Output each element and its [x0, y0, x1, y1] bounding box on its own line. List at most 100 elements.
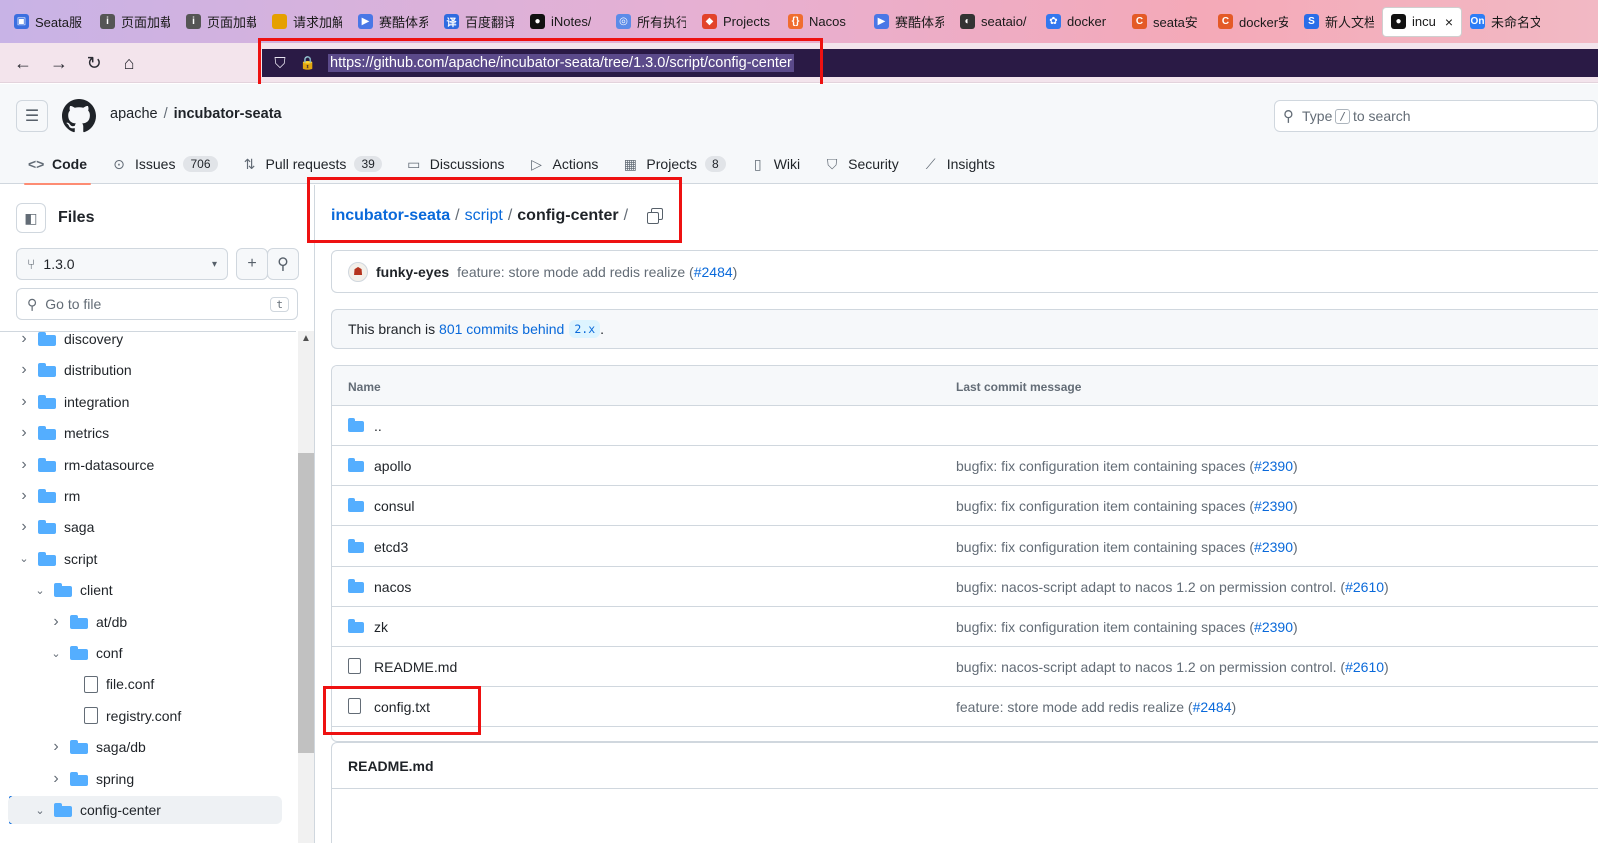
github-logo-icon[interactable]: [62, 99, 96, 133]
commit-pr-link[interactable]: #2390: [1254, 539, 1293, 555]
chevron-down-icon[interactable]: ⌄: [32, 584, 48, 597]
branch-selector[interactable]: ⑂ 1.3.0 ▾: [16, 248, 228, 280]
file-name-link[interactable]: etcd3: [374, 539, 408, 555]
go-to-file-input[interactable]: ⚲ Go to file t: [16, 288, 298, 320]
last-commit-message[interactable]: bugfix: fix configuration item containin…: [956, 539, 1298, 555]
chevron-right-icon[interactable]: ›: [16, 332, 32, 348]
tree-folder-item[interactable]: › metrics: [8, 419, 282, 447]
chevron-right-icon[interactable]: ›: [16, 518, 32, 536]
tab-security[interactable]: ⛉ Security: [812, 144, 911, 184]
commit-message-text[interactable]: bugfix: fix configuration item containin…: [956, 498, 1254, 514]
reload-icon[interactable]: ↻: [82, 51, 106, 75]
tree-folder-item[interactable]: › distribution: [8, 356, 282, 384]
commit-message[interactable]: feature: store mode add redis realize (#…: [457, 264, 737, 280]
browser-tab[interactable]: On 未命名文: [1462, 7, 1548, 37]
browser-tab[interactable]: ✿ docker: [1038, 7, 1124, 37]
table-row[interactable]: consul bugfix: fix configuration item con…: [332, 486, 1598, 527]
commit-message-text[interactable]: feature: store mode add redis realize (: [956, 699, 1193, 715]
browser-tab[interactable]: i 页面加载: [92, 7, 178, 37]
commit-pr-link[interactable]: #2484: [1193, 699, 1232, 715]
tree-folder-item[interactable]: ⌄ config-center: [8, 796, 282, 824]
commits-behind-link[interactable]: 801 commits behind: [439, 321, 564, 337]
file-name-link[interactable]: README.md: [374, 659, 457, 675]
commit-pr-link[interactable]: #2390: [1254, 458, 1293, 474]
commit-pr-link[interactable]: #2390: [1254, 498, 1293, 514]
table-row[interactable]: zk bugfix: fix configuration item contain…: [332, 607, 1598, 647]
browser-tab[interactable]: ◐ seataio/: [952, 7, 1038, 37]
tree-file-item[interactable]: registry.conf: [8, 702, 282, 730]
browser-tab[interactable]: 请求加解密: [264, 7, 350, 37]
file-name-link[interactable]: nacos: [374, 579, 411, 595]
table-row[interactable]: README.md bugfix: nacos-script adapt to n…: [332, 647, 1598, 688]
chevron-right-icon[interactable]: ›: [48, 738, 64, 756]
browser-tab[interactable]: ● iNotes/: [522, 7, 608, 37]
table-row[interactable]: nacos bugfix: nacos-script adapt to nacos…: [332, 567, 1598, 607]
table-row[interactable]: ..: [332, 406, 1598, 446]
scrollbar-thumb[interactable]: [298, 453, 314, 753]
avatar[interactable]: ☗: [348, 261, 368, 282]
browser-tab[interactable]: ◎ 所有执行: [608, 7, 694, 37]
tree-folder-item[interactable]: › rm-datasource: [8, 451, 282, 479]
commit-message-text[interactable]: bugfix: nacos-script adapt to nacos 1.2 …: [956, 579, 1345, 595]
browser-tab[interactable]: i 页面加载: [178, 7, 264, 37]
commit-message-text[interactable]: bugfix: nacos-script adapt to nacos 1.2 …: [956, 659, 1345, 675]
chevron-right-icon[interactable]: ›: [48, 613, 64, 631]
table-row[interactable]: config.txt feature: store mode add redis …: [332, 687, 1598, 728]
chevron-right-icon[interactable]: ›: [48, 770, 64, 788]
tree-folder-item[interactable]: ⌄ client: [8, 576, 282, 604]
file-name-link[interactable]: zk: [374, 619, 388, 635]
tab-issues[interactable]: ⊙ Issues 706: [99, 144, 230, 184]
commit-pr-link[interactable]: #2610: [1345, 659, 1384, 675]
tree-folder-item[interactable]: › discovery: [8, 332, 282, 353]
browser-tab[interactable]: {} Nacos: [780, 7, 866, 37]
chevron-right-icon[interactable]: ›: [16, 456, 32, 474]
commit-message-text[interactable]: bugfix: fix configuration item containin…: [956, 539, 1254, 555]
chevron-right-icon[interactable]: ›: [16, 487, 32, 505]
browser-tab[interactable]: ● incub ×: [1382, 6, 1462, 37]
file-name-link[interactable]: apollo: [374, 458, 411, 474]
table-row[interactable]: apollo bugfix: fix configuration item con…: [332, 446, 1598, 487]
scroll-up-arrow-icon[interactable]: ▲: [301, 333, 311, 344]
close-tab-icon[interactable]: ×: [1445, 14, 1453, 30]
home-icon[interactable]: ⌂: [117, 51, 141, 75]
sidebar-scrollbar[interactable]: ▲: [298, 331, 314, 843]
commit-pr-link[interactable]: #2484: [694, 264, 733, 280]
browser-tab[interactable]: ▶ 赛酷体系: [350, 7, 436, 37]
collapse-sidebar-icon[interactable]: ◧: [16, 203, 46, 233]
browser-tab[interactable]: S 新人文档: [1296, 7, 1382, 37]
forward-arrow-icon[interactable]: →: [47, 51, 71, 75]
file-name-link[interactable]: ..: [374, 418, 382, 434]
browser-tab[interactable]: ▣ Seata服: [6, 7, 92, 37]
tree-folder-item[interactable]: › saga/db: [8, 733, 282, 761]
commit-message-text[interactable]: bugfix: fix configuration item containin…: [956, 458, 1254, 474]
last-commit-message[interactable]: bugfix: fix configuration item containin…: [956, 498, 1298, 514]
tree-folder-item[interactable]: › at/db: [8, 608, 282, 636]
chevron-right-icon[interactable]: ›: [16, 361, 32, 379]
table-row[interactable]: etcd3 bugfix: fix configuration item cont…: [332, 527, 1598, 567]
chevron-right-icon[interactable]: ›: [16, 393, 32, 411]
commit-pr-link[interactable]: #2390: [1254, 619, 1293, 635]
chevron-down-icon[interactable]: ⌄: [48, 647, 64, 660]
tree-file-item[interactable]: file.conf: [8, 670, 282, 698]
tree-folder-item[interactable]: › spring: [8, 765, 282, 793]
tab-code[interactable]: <> Code: [16, 144, 99, 185]
chevron-down-icon[interactable]: ⌄: [32, 804, 48, 817]
file-name-link[interactable]: consul: [374, 498, 414, 514]
last-commit-message[interactable]: bugfix: nacos-script adapt to nacos 1.2 …: [956, 659, 1389, 675]
repo-link[interactable]: incubator-seata: [174, 106, 282, 122]
menu-icon[interactable]: ☰: [16, 100, 48, 132]
search-input[interactable]: ⚲ Type / to search: [1274, 100, 1598, 132]
commit-author[interactable]: funky-eyes: [376, 264, 449, 280]
last-commit-message[interactable]: feature: store mode add redis realize (#…: [956, 699, 1236, 715]
last-commit-message[interactable]: bugfix: nacos-script adapt to nacos 1.2 …: [956, 579, 1389, 595]
tab-wiki[interactable]: ▯ Wiki: [738, 144, 812, 184]
tree-folder-item[interactable]: › rm: [8, 482, 282, 510]
back-arrow-icon[interactable]: ←: [11, 51, 35, 75]
tree-folder-item[interactable]: ⌄ conf: [8, 639, 282, 667]
browser-tab[interactable]: ◆ Projects: [694, 7, 780, 37]
tree-folder-item[interactable]: › saga: [8, 513, 282, 541]
tree-folder-item[interactable]: ⌄ script: [8, 545, 282, 573]
last-commit-message[interactable]: bugfix: fix configuration item containin…: [956, 619, 1298, 635]
browser-tab[interactable]: Cseata安: [1124, 7, 1210, 37]
commit-message-text[interactable]: bugfix: fix configuration item containin…: [956, 619, 1254, 635]
